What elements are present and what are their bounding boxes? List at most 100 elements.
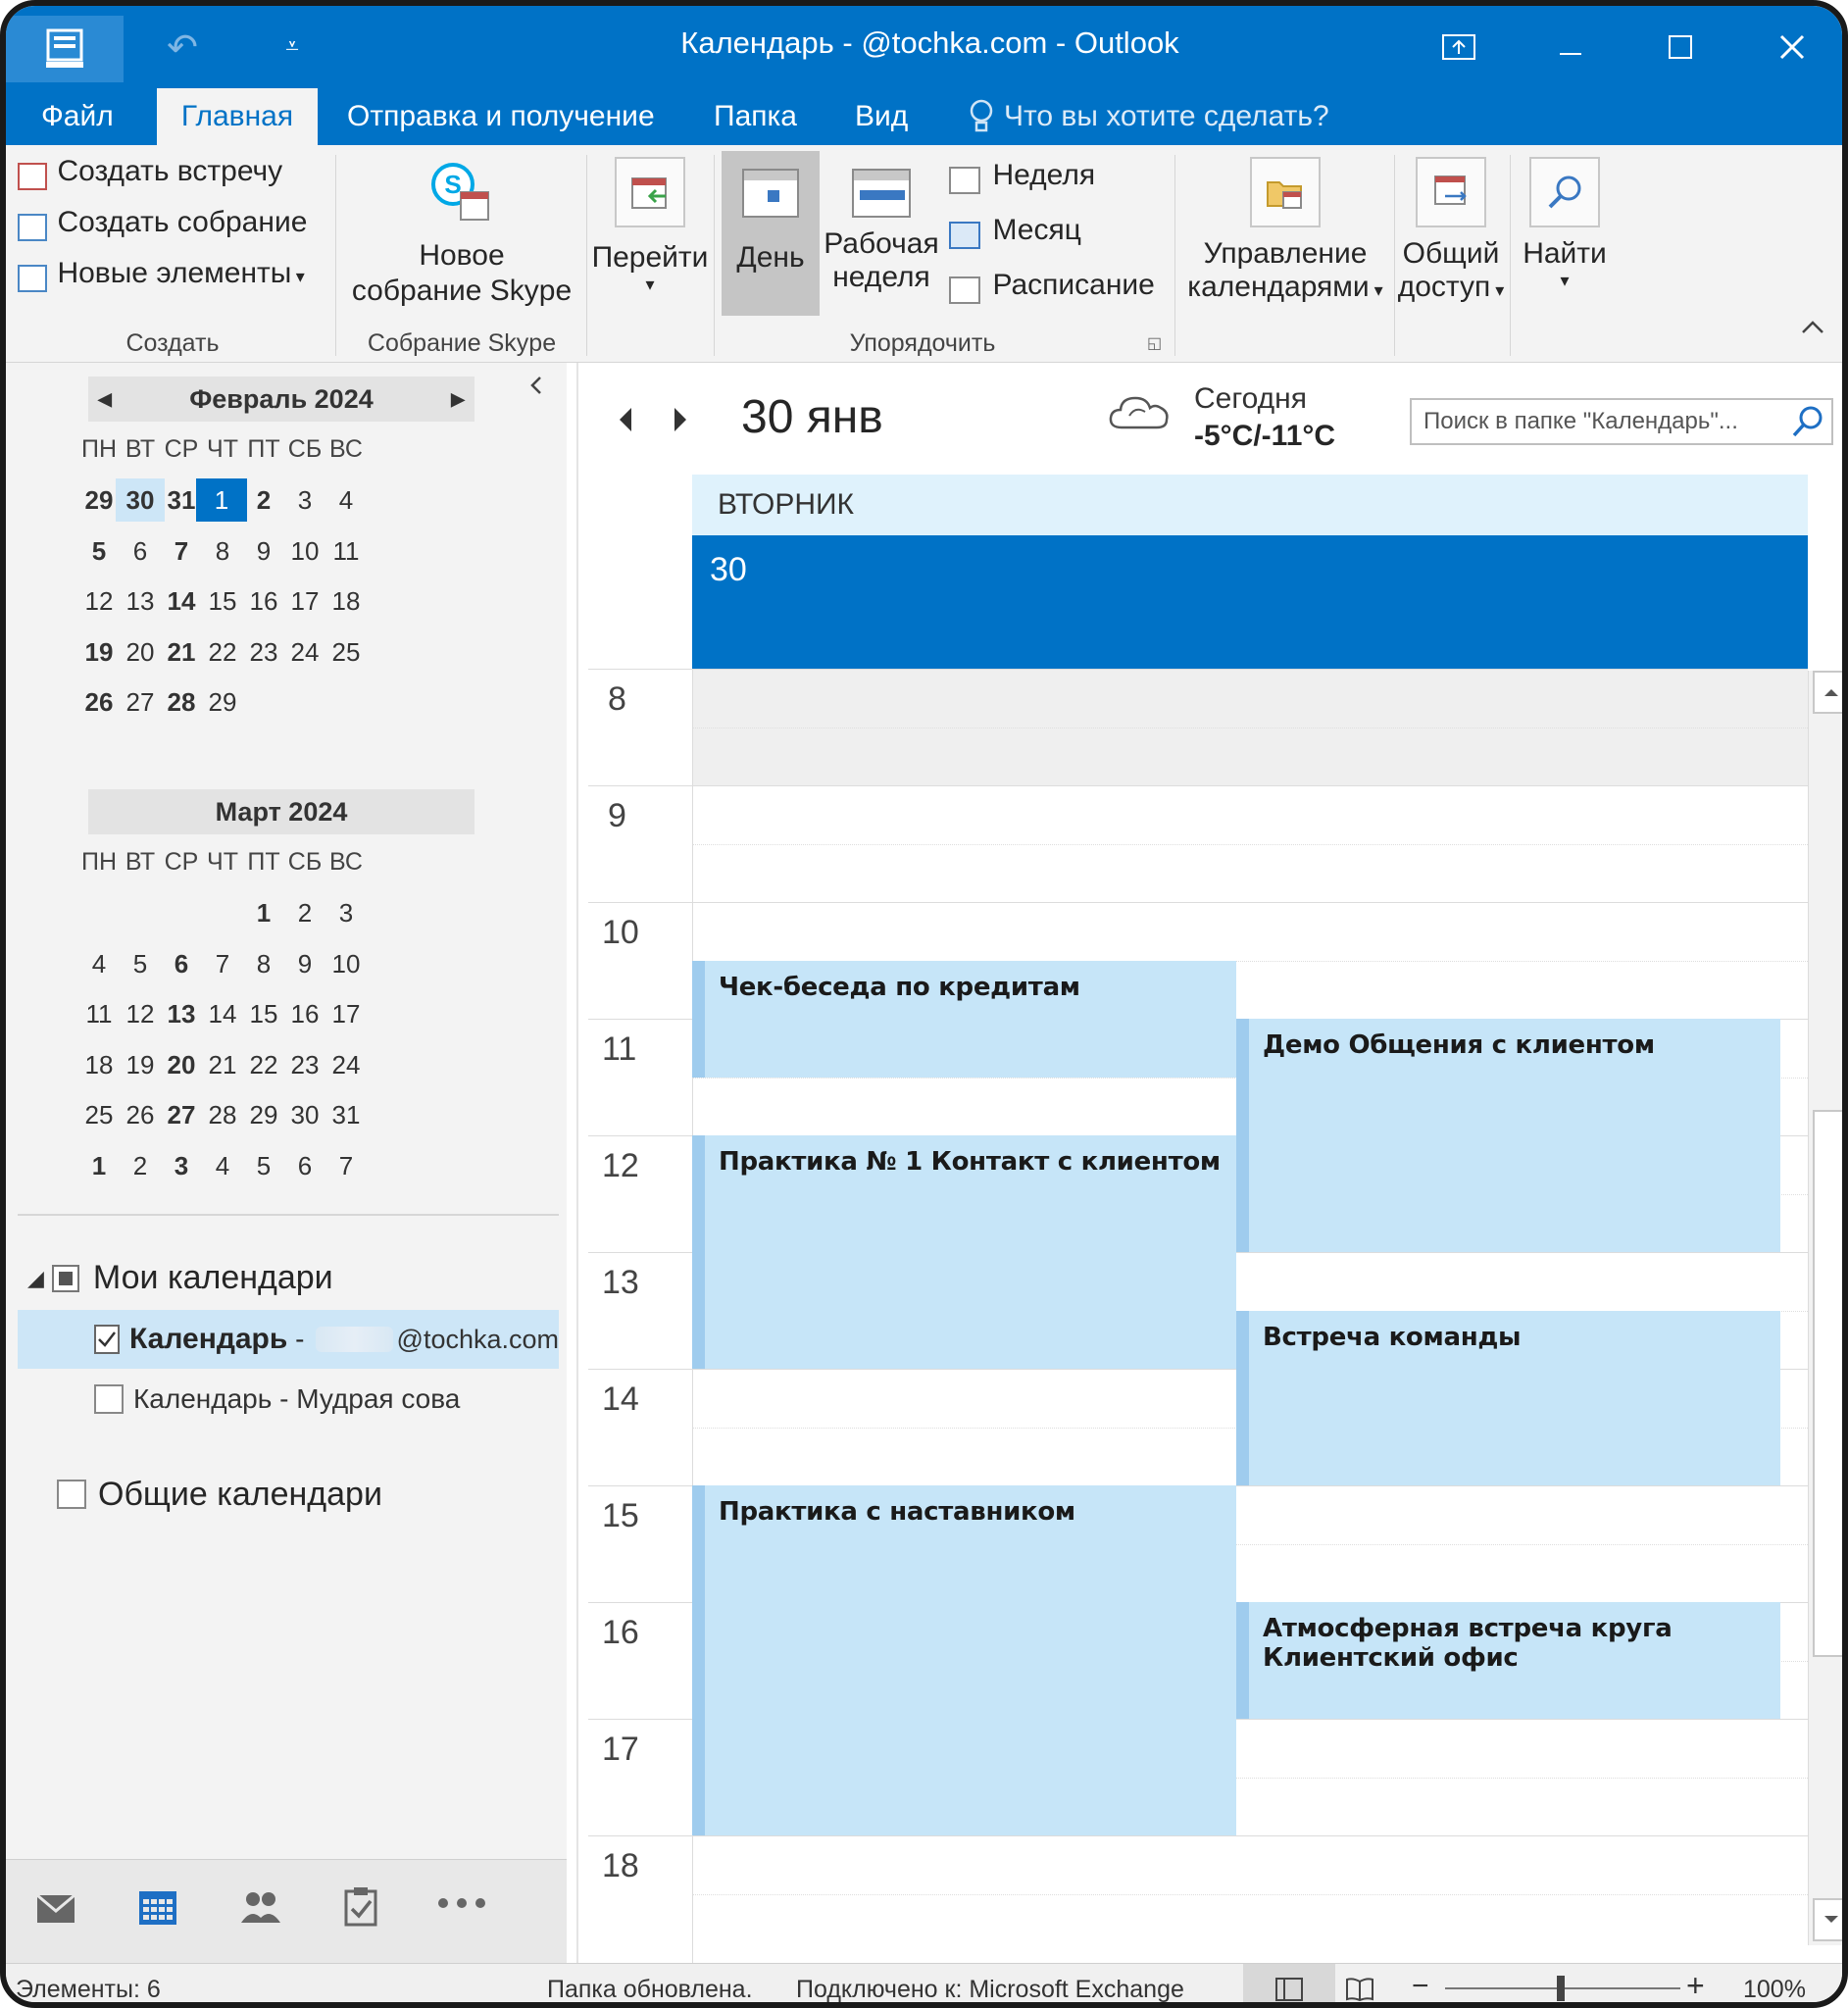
search-input[interactable]: Поиск в папке "Календарь"... — [1410, 398, 1833, 445]
previous-day-icon[interactable] — [616, 406, 635, 438]
hour-label: 9 — [608, 797, 626, 834]
mini-calendar-day[interactable]: 3 — [322, 891, 371, 934]
schedule-label: Расписание — [992, 269, 1155, 301]
day-view: 30 янв Сегодня -5°C/-11°C Поиск в папке … — [567, 363, 1842, 1963]
hour-label: 17 — [602, 1731, 639, 1768]
redacted-username — [316, 1327, 393, 1352]
next-day-icon[interactable] — [671, 406, 690, 438]
tab-send-receive[interactable]: Отправка и получение — [324, 88, 678, 145]
navigation-pane: ◀ ▶ Февраль 2024 ПН ВТ СР ЧТ ПТ СБ ВС 29 30 31 1 2 3 4 5 6… — [6, 363, 567, 1859]
mini-calendar-title[interactable]: Февраль 2024 — [189, 384, 373, 415]
more-options-icon[interactable] — [435, 1895, 488, 1916]
item-count: Элементы: 6 — [16, 1976, 161, 2003]
next-month-icon[interactable]: ▶ — [451, 389, 465, 410]
group-checkbox[interactable] — [57, 1480, 86, 1509]
appointment-title: Демо Общения с клиентом — [1263, 1030, 1655, 1060]
month-icon — [949, 221, 980, 249]
tab-home[interactable]: Главная — [157, 88, 318, 145]
mini-calendar-day[interactable]: 29 — [198, 680, 247, 724]
mini-calendar-day[interactable]: 17 — [322, 992, 371, 1035]
week-view-button[interactable]: Неделя — [949, 159, 1095, 194]
collapse-pane-icon[interactable] — [527, 375, 545, 401]
ribbon-display-options-icon[interactable] — [1429, 20, 1488, 75]
appointment[interactable]: Атмосферная встреча круга Клиентский офи… — [1236, 1602, 1780, 1719]
new-appointment-button[interactable]: Создать встречу — [18, 155, 282, 190]
mini-calendar-title[interactable]: Март 2024 — [216, 797, 348, 828]
minimize-icon[interactable] — [1541, 20, 1600, 75]
appointment[interactable]: Практика с наставником — [692, 1485, 1236, 1835]
scroll-down-icon[interactable] — [1813, 1898, 1842, 1941]
appointment[interactable]: Встреча команды — [1236, 1310, 1780, 1485]
month-view-button[interactable]: Месяц — [949, 214, 1081, 249]
mini-calendar-day[interactable]: 24 — [322, 1043, 371, 1086]
mini-calendar-day[interactable]: 25 — [322, 630, 371, 674]
tab-file[interactable]: Файл — [18, 88, 137, 145]
scroll-thumb[interactable] — [1813, 1110, 1842, 1657]
goto-button[interactable]: Перейти ▾ — [590, 157, 710, 295]
shared-calendars-group[interactable]: Общие календари — [57, 1465, 382, 1524]
work-week-line1: Рабочая — [824, 227, 939, 260]
mini-calendar-day[interactable]: 31 — [322, 1093, 371, 1136]
dialog-launcher-icon[interactable]: ◱ — [1147, 333, 1162, 353]
day-view-button[interactable]: День — [722, 151, 820, 316]
maximize-icon[interactable] — [1651, 20, 1710, 75]
tab-folder[interactable]: Папка — [690, 88, 821, 145]
new-items-button[interactable]: Новые элементы ▾ — [18, 257, 305, 292]
hour-label: 15 — [602, 1497, 639, 1534]
schedule-view-button[interactable]: Расписание — [949, 269, 1155, 304]
group-checkbox[interactable] — [51, 1264, 79, 1292]
search-icon[interactable] — [1790, 404, 1825, 439]
scroll-up-icon[interactable] — [1813, 671, 1842, 714]
tell-me-box[interactable]: Что вы хотите сделать? — [945, 88, 1353, 145]
calendar-icon — [18, 162, 47, 190]
new-skype-meeting-button[interactable]: S Новое собрание Skype — [339, 161, 584, 308]
shared-calendars-label: Общие календари — [98, 1475, 382, 1513]
collapse-ribbon-icon[interactable] — [1800, 318, 1825, 342]
goto-icon — [615, 157, 685, 227]
appointment-title: Атмосферная встреча круга Клиентский офи… — [1263, 1614, 1673, 1673]
people-icon[interactable] — [239, 1889, 282, 1930]
share-button[interactable]: Общий доступ ▾ — [1396, 157, 1506, 304]
reading-view-icon[interactable] — [1345, 1976, 1374, 2002]
zoom-level[interactable]: 100% — [1743, 1976, 1806, 2002]
mini-calendar-day[interactable]: 10 — [322, 942, 371, 985]
my-calendars-group[interactable]: ◢ Мои календари — [27, 1259, 333, 1297]
calendar-name: Календарь — [129, 1323, 288, 1355]
dropdown-arrow-icon: ▾ — [1490, 280, 1505, 300]
work-week-button[interactable]: Рабочая неделя — [824, 151, 939, 294]
appointment[interactable]: Демо Общения с клиентом — [1236, 1019, 1780, 1252]
outlook-window: ↶ ⩡ Календарь - @tochka.com - Outlook Фа… — [0, 0, 1848, 2008]
mini-calendar-day[interactable]: 11 — [322, 529, 371, 573]
hour-label: 16 — [602, 1614, 639, 1651]
mail-icon[interactable] — [35, 1893, 76, 1930]
calendar-checkbox-checked[interactable] — [94, 1325, 120, 1354]
appointment[interactable]: Практика № 1 Контакт с клиентом — [692, 1135, 1236, 1369]
previous-month-icon[interactable]: ◀ — [98, 389, 112, 410]
all-day-area[interactable]: 30 — [692, 535, 1808, 669]
mini-calendar-day[interactable]: 4 — [322, 478, 371, 522]
tasks-icon[interactable] — [343, 1885, 378, 1932]
tab-view[interactable]: Вид — [831, 88, 931, 145]
zoom-in-icon[interactable]: + — [1686, 1968, 1705, 2002]
vertical-scrollbar[interactable] — [1808, 671, 1842, 1945]
mini-calendar-day[interactable]: 18 — [322, 579, 371, 623]
close-icon[interactable] — [1763, 20, 1822, 75]
manage-calendars-button[interactable]: Управление календарями ▾ — [1178, 157, 1392, 304]
appointment[interactable]: Чек-беседа по кредитам — [692, 960, 1236, 1078]
normal-view-icon[interactable] — [1243, 1964, 1335, 2002]
mini-calendar-day[interactable]: 7 — [322, 1144, 371, 1187]
find-button[interactable]: Найти ▾ — [1514, 157, 1616, 291]
zoom-slider[interactable] — [1445, 1976, 1680, 2001]
calendar-checkbox[interactable] — [94, 1384, 124, 1414]
share-line1: Общий — [1402, 237, 1500, 270]
new-meeting-button[interactable]: Создать собрание — [18, 206, 307, 241]
calendar-item-secondary[interactable]: Календарь - Мудрая сова — [94, 1371, 460, 1428]
calendar-module-icon[interactable] — [137, 1889, 178, 1932]
zoom-slider-handle[interactable] — [1557, 1976, 1565, 2001]
appointment-title: Практика с наставником — [719, 1497, 1075, 1527]
zoom-out-icon[interactable]: − — [1412, 1970, 1429, 2002]
manage-line2-wrap: календарями ▾ — [1178, 271, 1392, 304]
calendar-item-primary[interactable]: Календарь - @tochka.com — [18, 1310, 559, 1369]
manage-line1: Управление — [1203, 237, 1368, 270]
hour-label: 11 — [602, 1030, 637, 1068]
